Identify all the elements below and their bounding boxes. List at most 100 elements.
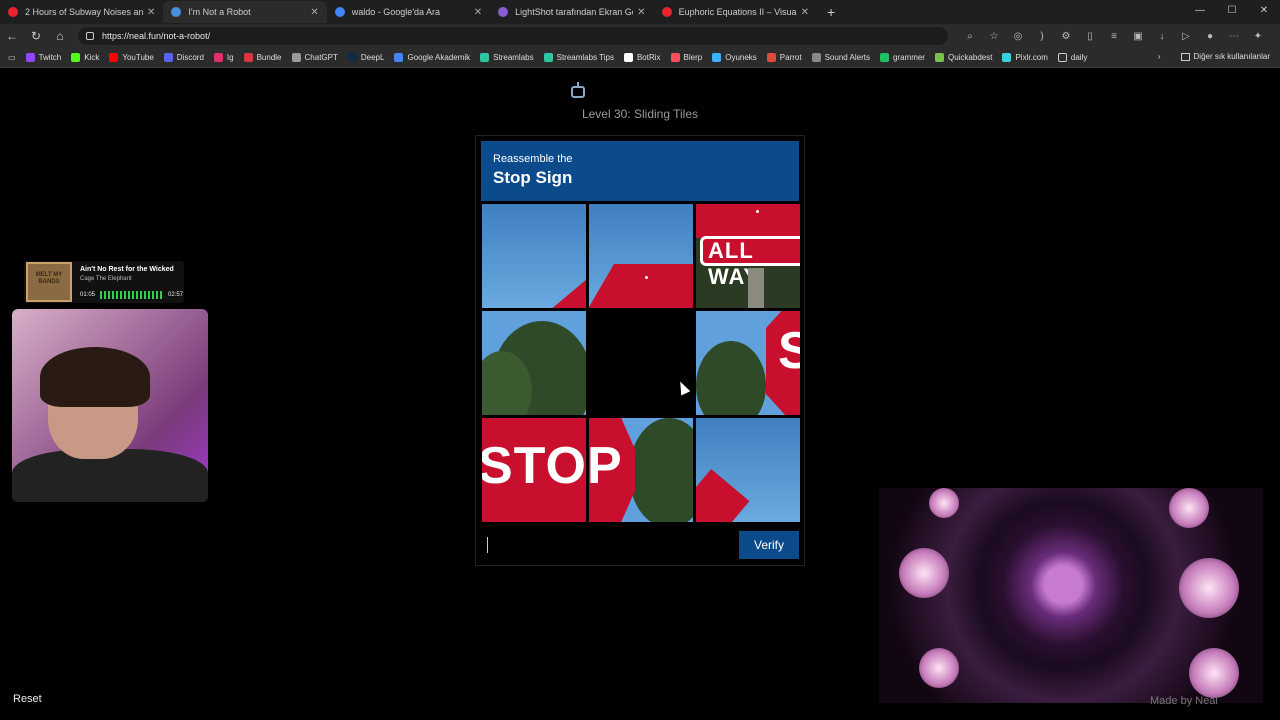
reset-button[interactable]: Reset [13,693,42,705]
bookmark-grammer[interactable]: grammer [879,53,925,62]
bookmark-ig[interactable]: Ig [213,53,234,62]
tile-2[interactable] [589,204,693,308]
bookmark-oyuneks[interactable]: Oyuneks [712,53,757,62]
bookmark-bundle[interactable]: Bundle [243,53,282,62]
tile-7[interactable]: STOP [482,418,586,522]
blerp-icon [670,53,680,62]
bookmark-discord[interactable]: Discord [163,53,204,62]
speaker-icon [171,7,182,17]
close-icon[interactable]: ✕ [801,7,809,18]
close-icon[interactable]: ✕ [147,7,155,18]
twitch-icon [25,53,35,62]
refresh-icon[interactable]: ↻ [24,29,48,43]
collections-icon[interactable]: ▣ [1126,31,1150,42]
bookmark-youtube[interactable]: YouTube [109,53,154,62]
url-field[interactable]: https://neal.fun/not-a-robot/ [78,27,948,45]
home-icon[interactable]: ⌂ [48,29,72,43]
bookmark-pixlr[interactable]: Pixlr.com [1002,53,1048,62]
bookmark-google-akademik[interactable]: Google Akademik [394,53,470,62]
favorites-icon[interactable]: ≡ [1102,31,1126,42]
apps-icon[interactable]: ▭ [8,53,16,62]
bookmark-streamlabs-tips[interactable]: Streamlabs Tips [543,53,614,62]
album-text: MELT MY BANDS [35,272,63,285]
url-text: https://neal.fun/not-a-robot/ [102,31,211,41]
bookmarks-bar: ▭ Twitch Kick YouTube Discord Ig Bundle … [0,48,1280,68]
star-icon[interactable]: ☆ [982,31,1006,42]
verify-button[interactable]: Verify [739,531,799,559]
tab-title: I'm Not a Robot [188,7,251,17]
copilot-icon[interactable]: ✦ [1246,31,1270,42]
bookmark-kick[interactable]: Kick [71,53,99,62]
other-bookmarks[interactable]: › Diğer sık kullanılanlar [1158,52,1270,61]
bookmark-quickabdest[interactable]: Quickabdest [934,53,992,62]
oyuneks-icon [712,53,722,62]
window-controls: — ☐ ✕ [1184,0,1280,22]
tab-subway[interactable]: 2 Hours of Subway Noises and Re ✕ [0,1,163,23]
tile-6[interactable]: S [696,311,800,415]
profile-icon[interactable]: ● [1198,31,1222,42]
captcha-header: Reassemble the Stop Sign [481,141,799,201]
tab-euphoric[interactable]: Euphoric Equations II – Visua ✕ [654,1,817,23]
address-bar-row: ← ↻ ⌂ https://neal.fun/not-a-robot/ ⌕ ☆ … [0,24,1280,48]
bookmark-twitch[interactable]: Twitch [25,53,61,62]
time-current: 01:05 [80,292,96,298]
scholar-icon [394,53,404,62]
zoom-icon[interactable]: ⌕ [958,31,982,42]
time-total: 02:57 [168,292,184,298]
chevron-right-icon[interactable]: › [1158,52,1161,61]
bookmark-chatgpt[interactable]: ChatGPT [291,53,338,62]
download-icon[interactable]: ↓ [1150,31,1174,42]
extensions-icon[interactable]: ⚙ [1054,31,1078,42]
tile-1[interactable] [482,204,586,308]
browser-tab-bar: 2 Hours of Subway Noises and Re ✕ I'm No… [0,0,1280,24]
close-window-button[interactable]: ✕ [1248,0,1280,22]
read-aloud-icon[interactable]: ) [1030,31,1054,42]
made-by-credit: Made by Neal [1150,695,1218,707]
bookmark-sound-alerts[interactable]: Sound Alerts [811,53,870,62]
page-content: Level 30: Sliding Tiles Reassemble the S… [0,69,1280,720]
visualizer-video [879,488,1263,703]
webcam-hair [40,347,150,407]
close-icon[interactable]: ✕ [474,7,482,18]
split-icon[interactable]: ▯ [1078,31,1102,42]
share-icon[interactable]: ▷ [1174,31,1198,42]
bookmark-deepl[interactable]: DeepL [347,53,384,62]
youtube-icon [661,7,672,17]
botrix-icon [623,53,633,62]
chatgpt-icon [291,53,301,62]
tile-text: STOP [482,437,586,495]
tab-lightshot[interactable]: LightShot tarafından Ekran Görün ✕ [490,1,653,23]
tile-8[interactable]: P [589,418,693,522]
game-icon[interactable]: ◎ [1006,31,1030,42]
tile-4[interactable] [482,311,586,415]
bookmark-botrix[interactable]: BotRix [623,53,661,62]
bookmark-streamlabs[interactable]: Streamlabs [480,53,534,62]
bookmark-daily[interactable]: daily [1057,53,1087,62]
kick-icon [71,53,81,62]
tab-title: LightShot tarafından Ekran Görün [515,7,633,17]
robot-icon [571,82,585,98]
other-bookmarks-label: Diğer sık kullanılanlar [1193,52,1270,61]
tab-waldo[interactable]: waldo - Google'da Ara ✕ [327,1,490,23]
now-playing-widget: MELT MY BANDS Ain't No Rest for the Wick… [24,261,184,303]
tab-title: Euphoric Equations II – Visua [678,7,797,17]
pixlr-icon [1002,53,1012,62]
tile-grid: ALL WAY S STOP P [482,204,800,522]
text-caret [487,537,488,553]
close-icon[interactable]: ✕ [310,7,318,18]
new-tab-button[interactable]: + [827,4,835,20]
song-artist: Cage The Elephant [80,276,132,282]
close-icon[interactable]: ✕ [637,7,645,18]
tile-3[interactable]: ALL WAY [696,204,800,308]
menu-icon[interactable]: ⋯ [1222,31,1246,42]
bookmark-parrot[interactable]: Parrot [766,53,802,62]
tile-empty [589,311,693,415]
minimize-button[interactable]: — [1184,0,1216,22]
back-icon[interactable]: ← [0,29,24,43]
maximize-button[interactable]: ☐ [1216,0,1248,22]
level-title: Level 30: Sliding Tiles [581,107,699,121]
streamlabs-icon [543,53,553,62]
tab-not-a-robot[interactable]: I'm Not a Robot ✕ [163,1,327,23]
bookmark-blerp[interactable]: Blerp [670,53,702,62]
tile-9[interactable] [696,418,800,522]
